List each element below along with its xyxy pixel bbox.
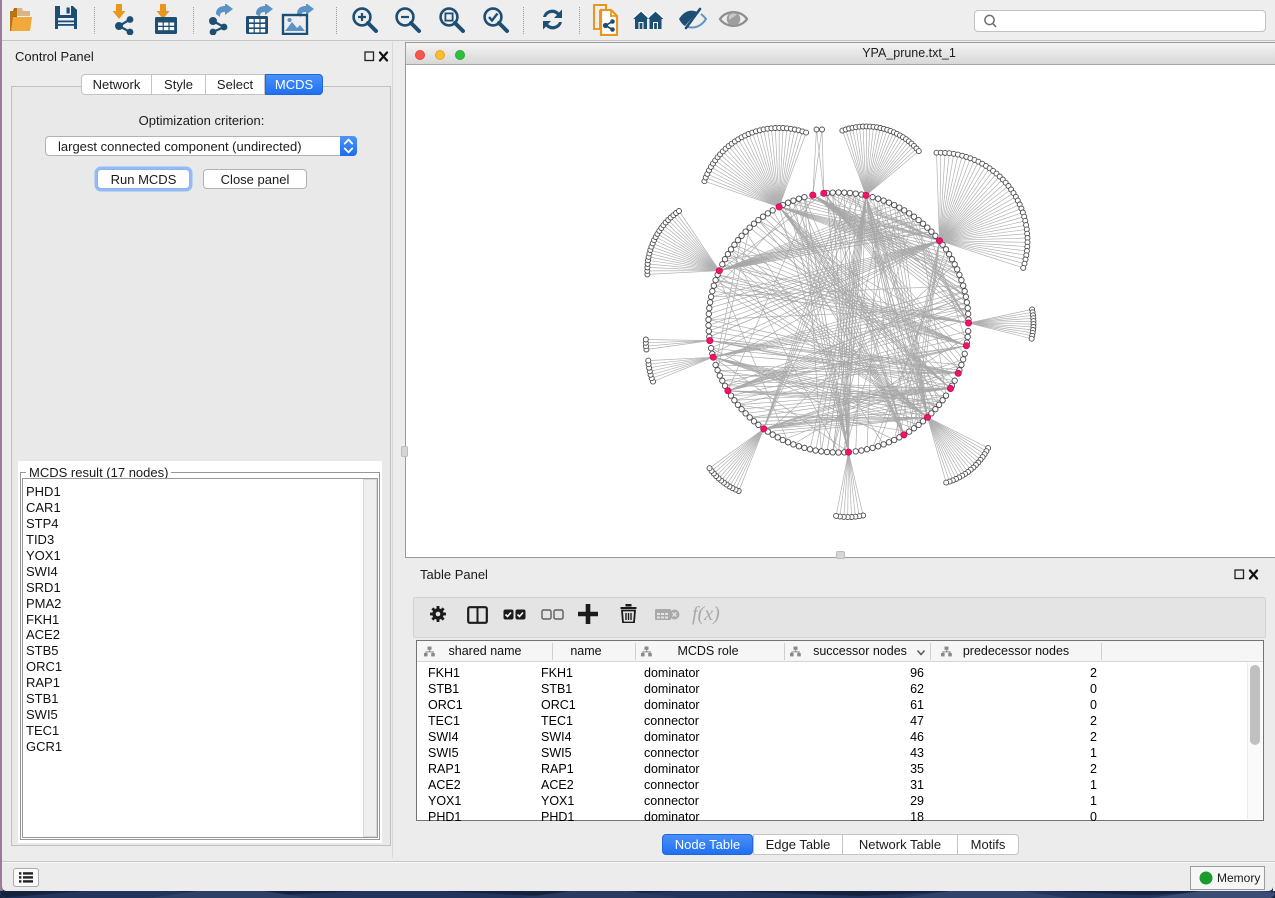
svg-text:f(x): f(x) [692,603,720,625]
